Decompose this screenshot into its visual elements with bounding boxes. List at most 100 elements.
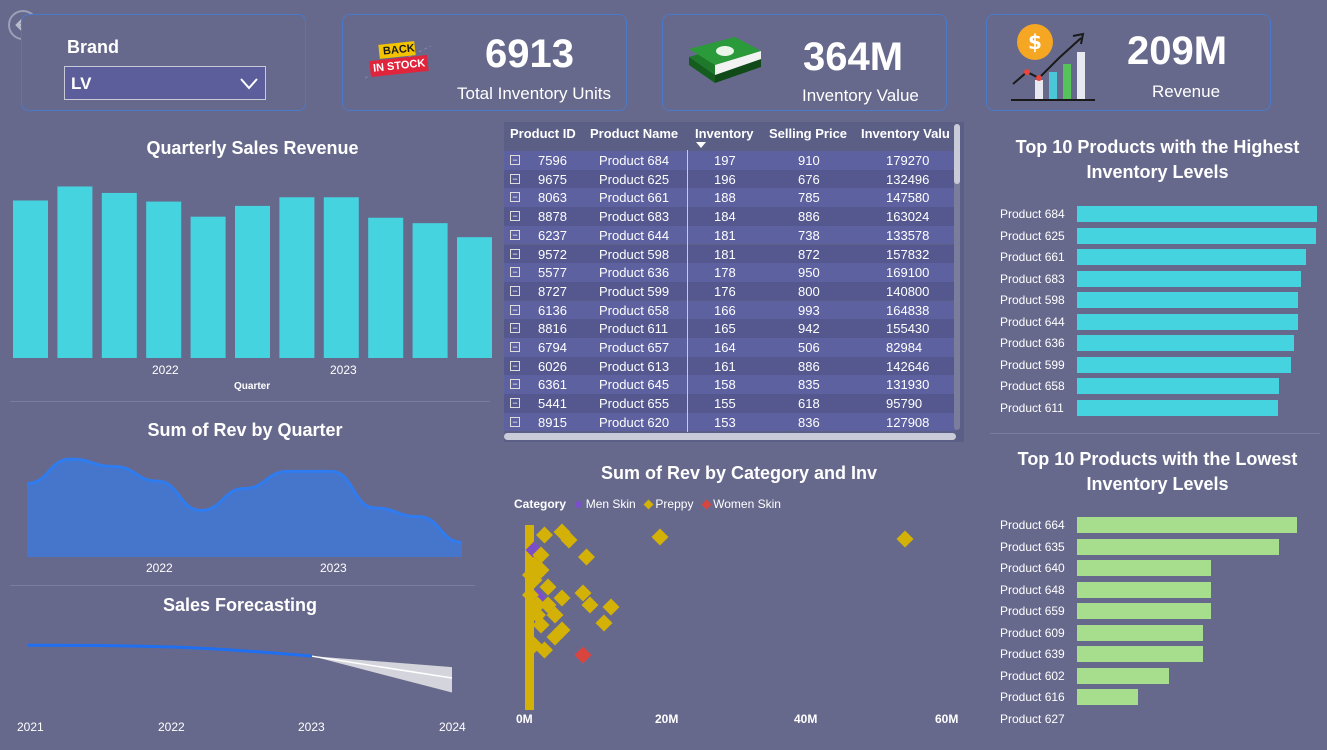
row-expand-icon[interactable]: − [510, 416, 520, 427]
table-cell: 82984 [886, 340, 923, 355]
top10-low-bar[interactable] [1077, 603, 1212, 619]
top10-high-bar[interactable] [1077, 378, 1280, 394]
quarterly-bar[interactable] [57, 186, 93, 358]
top10-low-bar[interactable] [1077, 538, 1279, 555]
table-row[interactable]: − 8063 Product 661 188 785 147580 [504, 188, 956, 207]
scatter-point[interactable] [539, 578, 557, 596]
top10-low-bar[interactable] [1077, 581, 1212, 598]
legend-women-skin[interactable]: Women Skin [713, 497, 781, 511]
top10-low-bar[interactable] [1077, 624, 1203, 641]
col-product-id[interactable]: Product ID [510, 126, 576, 141]
table-row[interactable]: − 9675 Product 625 196 676 132496 [504, 169, 956, 189]
table-cell: 161 [714, 358, 736, 374]
row-expand-icon[interactable]: − [510, 285, 520, 296]
top10-high-bar[interactable] [1077, 292, 1298, 308]
legend-men-skin[interactable]: Men Skin [586, 497, 636, 511]
table-row[interactable]: − 6136 Product 658 166 993 164838 [504, 300, 956, 320]
svg-text:$: $ [1028, 30, 1042, 54]
top10-high-bar[interactable] [1077, 270, 1302, 287]
scatter-point[interactable] [574, 646, 592, 664]
quarterly-bar[interactable] [457, 237, 492, 358]
quarterly-bar[interactable] [279, 197, 315, 358]
top10-high-bar[interactable] [1077, 335, 1294, 351]
table-cell: 942 [798, 321, 820, 337]
top10-high-label: Product 644 [1000, 314, 1065, 329]
top10-high-label: Product 658 [1000, 379, 1065, 393]
table-cell: 5577 [538, 265, 567, 281]
table-cell: 131930 [886, 377, 930, 393]
quarterly-bar[interactable] [412, 223, 448, 358]
row-expand-icon[interactable]: − [510, 211, 520, 222]
top10-high-label: Product 661 [1000, 250, 1065, 264]
quarterly-bar[interactable] [190, 216, 226, 358]
top10-high-bar[interactable] [1077, 206, 1317, 222]
scatter-point[interactable] [595, 614, 613, 632]
top10-low-label: Product 602 [1000, 668, 1065, 683]
col-inventory-value[interactable]: Inventory Valu [861, 126, 950, 141]
quarterly-bar[interactable] [323, 197, 359, 358]
quarterly-bar[interactable] [368, 217, 404, 358]
top10-low-bar[interactable] [1077, 667, 1169, 684]
top10-high-bar[interactable] [1077, 399, 1278, 416]
row-expand-icon[interactable]: − [510, 360, 520, 371]
table-hscrollbar[interactable] [504, 433, 956, 440]
table-cell: 738 [798, 227, 820, 243]
table-row[interactable]: − 8816 Product 611 165 942 155430 [504, 319, 956, 338]
quarterly-bar[interactable] [101, 192, 137, 358]
divider-left-2 [10, 585, 475, 586]
row-expand-icon[interactable]: − [510, 248, 520, 259]
top10-low-label: Product 627 [1000, 711, 1065, 726]
scatter-point[interactable] [553, 589, 571, 607]
quarterly-bar[interactable] [13, 200, 48, 358]
scatter-point[interactable] [602, 598, 620, 616]
table-row[interactable]: − 5577 Product 636 178 950 169100 [504, 263, 956, 282]
table-row[interactable]: − 6237 Product 644 181 738 133578 [504, 225, 956, 245]
table-row[interactable]: − 6026 Product 613 161 886 142646 [504, 356, 956, 376]
table-row[interactable]: − 5441 Product 655 155 618 95790 [504, 394, 956, 413]
table-row[interactable]: − 7596 Product 684 197 910 179270 [504, 151, 956, 170]
top10-low-bar[interactable] [1077, 689, 1139, 705]
brand-dropdown[interactable]: LV [64, 66, 266, 100]
top10-high-bar[interactable] [1077, 227, 1316, 244]
row-expand-icon[interactable]: − [510, 398, 520, 409]
top10-low-bar[interactable] [1077, 646, 1203, 662]
legend-preppy[interactable]: Preppy [655, 497, 693, 511]
row-expand-icon[interactable]: − [510, 342, 520, 352]
product-table[interactable]: Product ID Product Name Inventory Sellin… [504, 122, 964, 442]
scatter-point[interactable] [896, 530, 914, 548]
table-row[interactable]: − 8727 Product 599 176 800 140800 [504, 281, 956, 301]
row-expand-icon[interactable]: − [510, 379, 520, 390]
row-expand-icon[interactable]: − [510, 323, 520, 334]
top10-high-bar[interactable] [1077, 356, 1292, 373]
top10-low-bar[interactable] [1077, 560, 1212, 576]
top10-high-bar[interactable] [1077, 313, 1298, 330]
quarterly-bar[interactable] [146, 201, 182, 358]
top10-high-bar[interactable] [1077, 249, 1307, 265]
table-row[interactable]: − 9572 Product 598 181 872 157832 [504, 244, 956, 264]
row-expand-icon[interactable]: − [510, 192, 520, 203]
scatter-point[interactable] [578, 548, 595, 566]
row-expand-icon[interactable]: − [510, 267, 520, 278]
scatter-point[interactable] [651, 528, 669, 546]
kpi-card-inventory-units: BACK IN STOCK 6913 Total Inventory Units [342, 14, 627, 111]
table-row[interactable]: − 8915 Product 620 153 836 127908 [504, 412, 956, 432]
row-expand-icon[interactable]: − [510, 173, 520, 184]
col-inventory[interactable]: Inventory [695, 126, 754, 141]
scatter-point[interactable] [536, 526, 553, 544]
col-product-name[interactable]: Product Name [590, 126, 678, 141]
table-cell: 157832 [886, 246, 930, 262]
col-selling-price[interactable]: Selling Price [769, 126, 847, 141]
table-row[interactable]: − 8878 Product 683 184 886 163024 [504, 207, 956, 226]
table-vscroll-thumb[interactable] [954, 124, 960, 184]
row-expand-icon[interactable]: − [510, 304, 520, 315]
kpi-label-revenue: Revenue [1152, 82, 1221, 101]
table-cell: 950 [798, 265, 820, 281]
top10-low-bar[interactable] [1077, 517, 1297, 533]
row-expand-icon[interactable]: − [510, 229, 520, 240]
table-row[interactable]: − 6361 Product 645 158 835 131930 [504, 375, 956, 394]
quarterly-bar[interactable] [235, 205, 270, 358]
table-cell: 6026 [538, 358, 567, 374]
table-vscrollbar[interactable] [954, 124, 960, 430]
row-expand-icon[interactable]: − [510, 155, 520, 165]
table-row[interactable]: − 6794 Product 657 164 506 82984 [504, 338, 956, 357]
